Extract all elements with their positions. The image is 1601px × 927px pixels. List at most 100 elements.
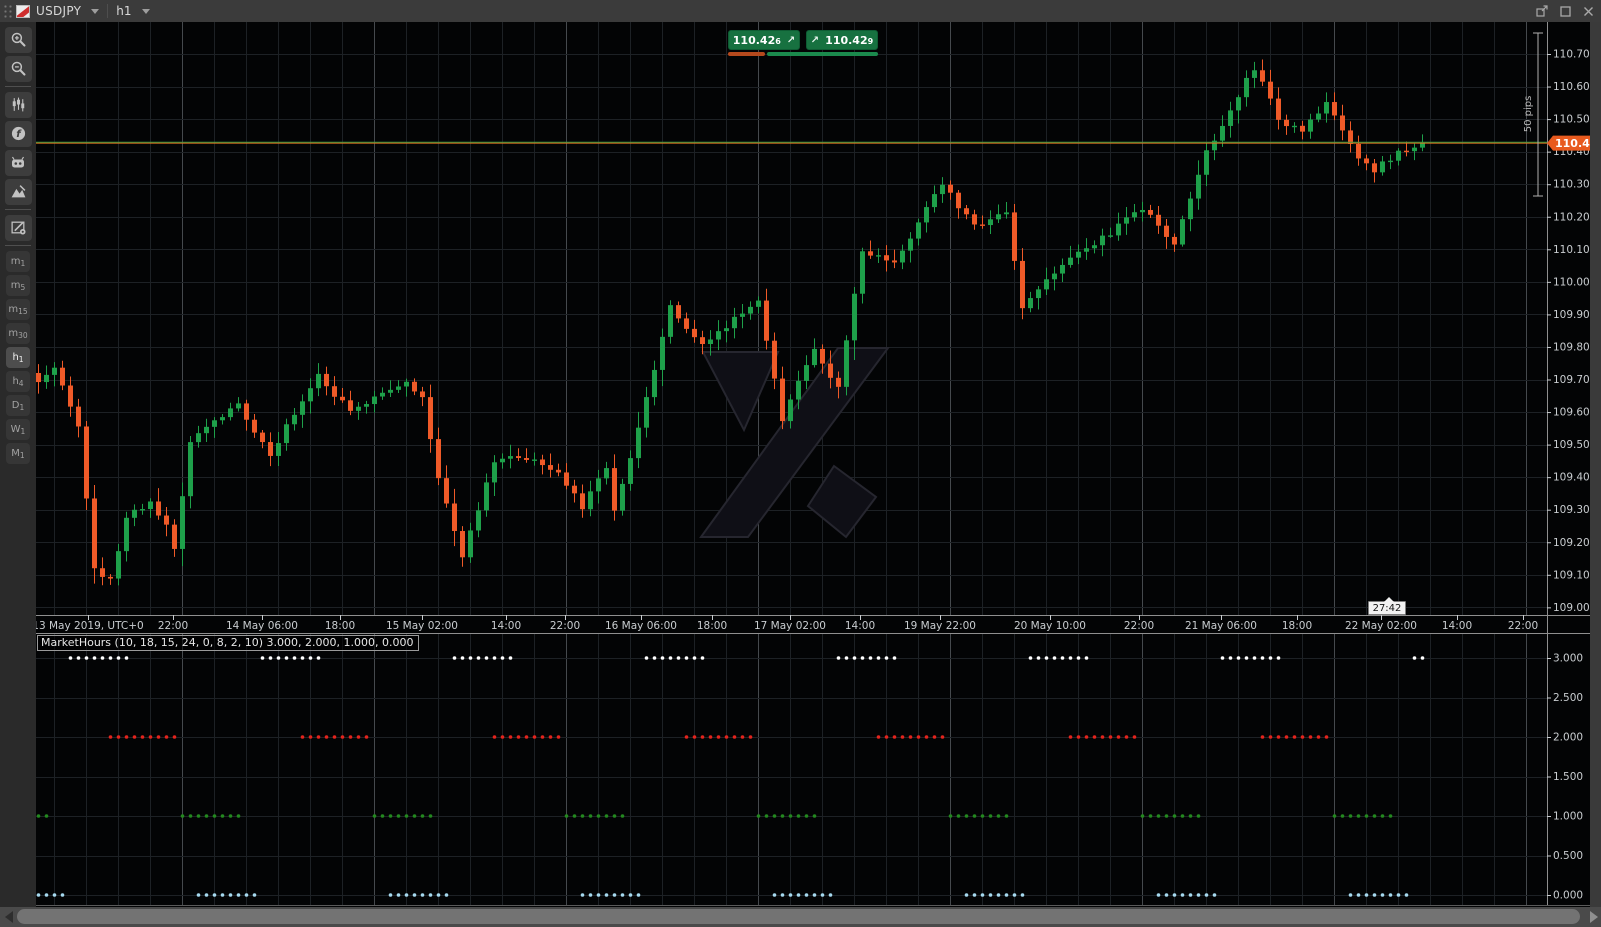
svg-text:18:00: 18:00 <box>697 620 727 632</box>
drawings-icon <box>10 183 27 200</box>
svg-text:109.300: 109.300 <box>1553 504 1595 516</box>
svg-text:16 May 06:00: 16 May 06:00 <box>605 620 677 632</box>
popout-button[interactable] <box>1535 4 1549 18</box>
timeframe-letter: m <box>8 327 19 339</box>
timeframe-h4-button[interactable]: h4 <box>6 370 30 392</box>
timeframe-number: 1 <box>18 355 24 364</box>
horizontal-scrollbar <box>0 907 1601 927</box>
popout-icon <box>1536 5 1548 17</box>
chart-settings-icon <box>10 219 27 236</box>
timeframe-dropdown-arrow[interactable] <box>141 8 150 14</box>
toolbar-separator <box>5 209 31 210</box>
price-axis-labels[interactable]: 110.700110.600110.500110.400110.300110.2… <box>1547 49 1595 614</box>
cbots-button[interactable] <box>4 149 32 176</box>
scroll-left-arrow-icon[interactable] <box>5 911 13 923</box>
svg-text:110.100: 110.100 <box>1553 244 1595 256</box>
timeframe-m1-button[interactable]: m1 <box>6 250 30 272</box>
chart-settings-button[interactable] <box>4 214 32 241</box>
chart-type-button[interactable] <box>4 91 32 118</box>
timeframe-letter: m <box>10 279 21 291</box>
svg-text:109.200: 109.200 <box>1553 537 1595 549</box>
timeframe-M1-button[interactable]: M1 <box>6 442 30 464</box>
right-panel-strip[interactable] <box>1590 22 1601 907</box>
close-icon <box>1583 6 1593 16</box>
sell-price: 110.42 <box>732 33 776 47</box>
timeframe-letter: m <box>10 255 21 267</box>
zoom-in-button[interactable] <box>4 26 32 53</box>
timeframe-h1-button[interactable]: h1 <box>6 346 30 368</box>
timeframe-number: 15 <box>18 307 28 316</box>
timeframe-letter: M <box>11 447 20 459</box>
svg-text:13 May 2019, UTC+0: 13 May 2019, UTC+0 <box>32 620 143 632</box>
indicator-title[interactable]: MarketHours (10, 18, 15, 24, 0, 8, 2, 10… <box>37 635 419 651</box>
svg-text:109.000: 109.000 <box>1553 602 1595 614</box>
candle-countdown-tooltip: 27:42 <box>1368 597 1406 615</box>
svg-text:22 May 02:00: 22 May 02:00 <box>1345 620 1417 632</box>
zoom-in-icon <box>10 31 27 48</box>
timeframe-m5-button[interactable]: m5 <box>6 274 30 296</box>
sell-price-fraction: 6 <box>775 36 781 46</box>
svg-text:22:00: 22:00 <box>1508 620 1538 632</box>
chart-symbol-icon <box>16 4 30 18</box>
timeframe-number: 30 <box>18 331 28 340</box>
svg-text:110.600: 110.600 <box>1553 81 1595 93</box>
svg-text:1.000: 1.000 <box>1553 811 1583 823</box>
price-chart-canvas[interactable]: 50 pips110.700110.600110.500110.400110.3… <box>0 0 1601 927</box>
svg-text:1.500: 1.500 <box>1553 771 1583 783</box>
svg-text:18:00: 18:00 <box>325 620 355 632</box>
timeframe-number: 4 <box>18 379 24 388</box>
timeframe-number: 1 <box>19 451 25 460</box>
svg-text:110.500: 110.500 <box>1553 114 1595 126</box>
scrollbar-thumb[interactable] <box>17 909 1580 924</box>
timeframe-W1-button[interactable]: W1 <box>6 418 30 440</box>
close-button[interactable] <box>1581 4 1595 18</box>
toolbar-separator <box>5 86 31 87</box>
window-titlebar: USDJPY h1 <box>0 0 1601 22</box>
zoom-out-button[interactable] <box>4 55 32 82</box>
svg-text:19 May 22:00: 19 May 22:00 <box>904 620 976 632</box>
svg-text:20 May 10:00: 20 May 10:00 <box>1014 620 1086 632</box>
svg-text:109.500: 109.500 <box>1553 439 1595 451</box>
sell-depth-bar <box>728 52 765 56</box>
sell-button[interactable]: 110.426 ↗ <box>728 30 800 50</box>
svg-text:3.000: 3.000 <box>1553 653 1583 665</box>
buy-price-fraction: 9 <box>867 36 874 46</box>
timeframe-number: 1 <box>20 259 26 268</box>
buy-button[interactable]: ↗ 110.429 <box>806 30 878 50</box>
maximize-button[interactable] <box>1558 4 1572 18</box>
svg-text:109.100: 109.100 <box>1553 569 1595 581</box>
buy-depth-bar <box>767 52 878 56</box>
timeframe-m15-button[interactable]: m 15 <box>6 298 30 320</box>
svg-text:109.800: 109.800 <box>1553 341 1595 353</box>
timeframe-number: 1 <box>19 403 25 412</box>
titlebar-separator <box>107 4 109 18</box>
svg-text:2.000: 2.000 <box>1553 732 1583 744</box>
time-axis-labels[interactable]: 13 May 2019, UTC+0 22:00 14 May 06:00 18:00… <box>32 615 1538 632</box>
svg-text:110.700: 110.700 <box>1553 49 1595 61</box>
svg-text:2.500: 2.500 <box>1553 692 1583 704</box>
scroll-right-arrow-icon[interactable] <box>1590 911 1598 923</box>
indicators-button[interactable]: f <box>4 120 32 147</box>
maximize-icon <box>1559 5 1571 17</box>
svg-text:21 May 06:00: 21 May 06:00 <box>1185 620 1257 632</box>
svg-text:22:00: 22:00 <box>550 620 580 632</box>
svg-text:109.900: 109.900 <box>1553 309 1595 321</box>
symbol-dropdown-arrow[interactable] <box>91 8 100 14</box>
svg-text:14 May 06:00: 14 May 06:00 <box>226 620 298 632</box>
drag-handle[interactable] <box>2 3 12 19</box>
svg-text:110.200: 110.200 <box>1553 211 1595 223</box>
svg-text:14:00: 14:00 <box>491 620 521 632</box>
svg-text:109.600: 109.600 <box>1553 407 1595 419</box>
timeframe-letter: W <box>10 423 21 435</box>
indicator-axis-labels[interactable]: 3.000 2.500 2.000 1.500 1.000 0.500 0.000 <box>1547 653 1583 902</box>
drawings-button[interactable] <box>4 178 32 205</box>
svg-text:109.400: 109.400 <box>1553 472 1595 484</box>
cbots-icon <box>9 154 27 171</box>
timeframe-letter: D <box>11 399 20 411</box>
timeframe-number: 1 <box>20 427 26 436</box>
timeframe-label: h1 <box>116 4 132 18</box>
timeframe-m30-button[interactable]: m 30 <box>6 322 30 344</box>
timeframe-D1-button[interactable]: D1 <box>6 394 30 416</box>
indicators-icon: f <box>10 125 27 142</box>
svg-text:14:00: 14:00 <box>1442 620 1472 632</box>
